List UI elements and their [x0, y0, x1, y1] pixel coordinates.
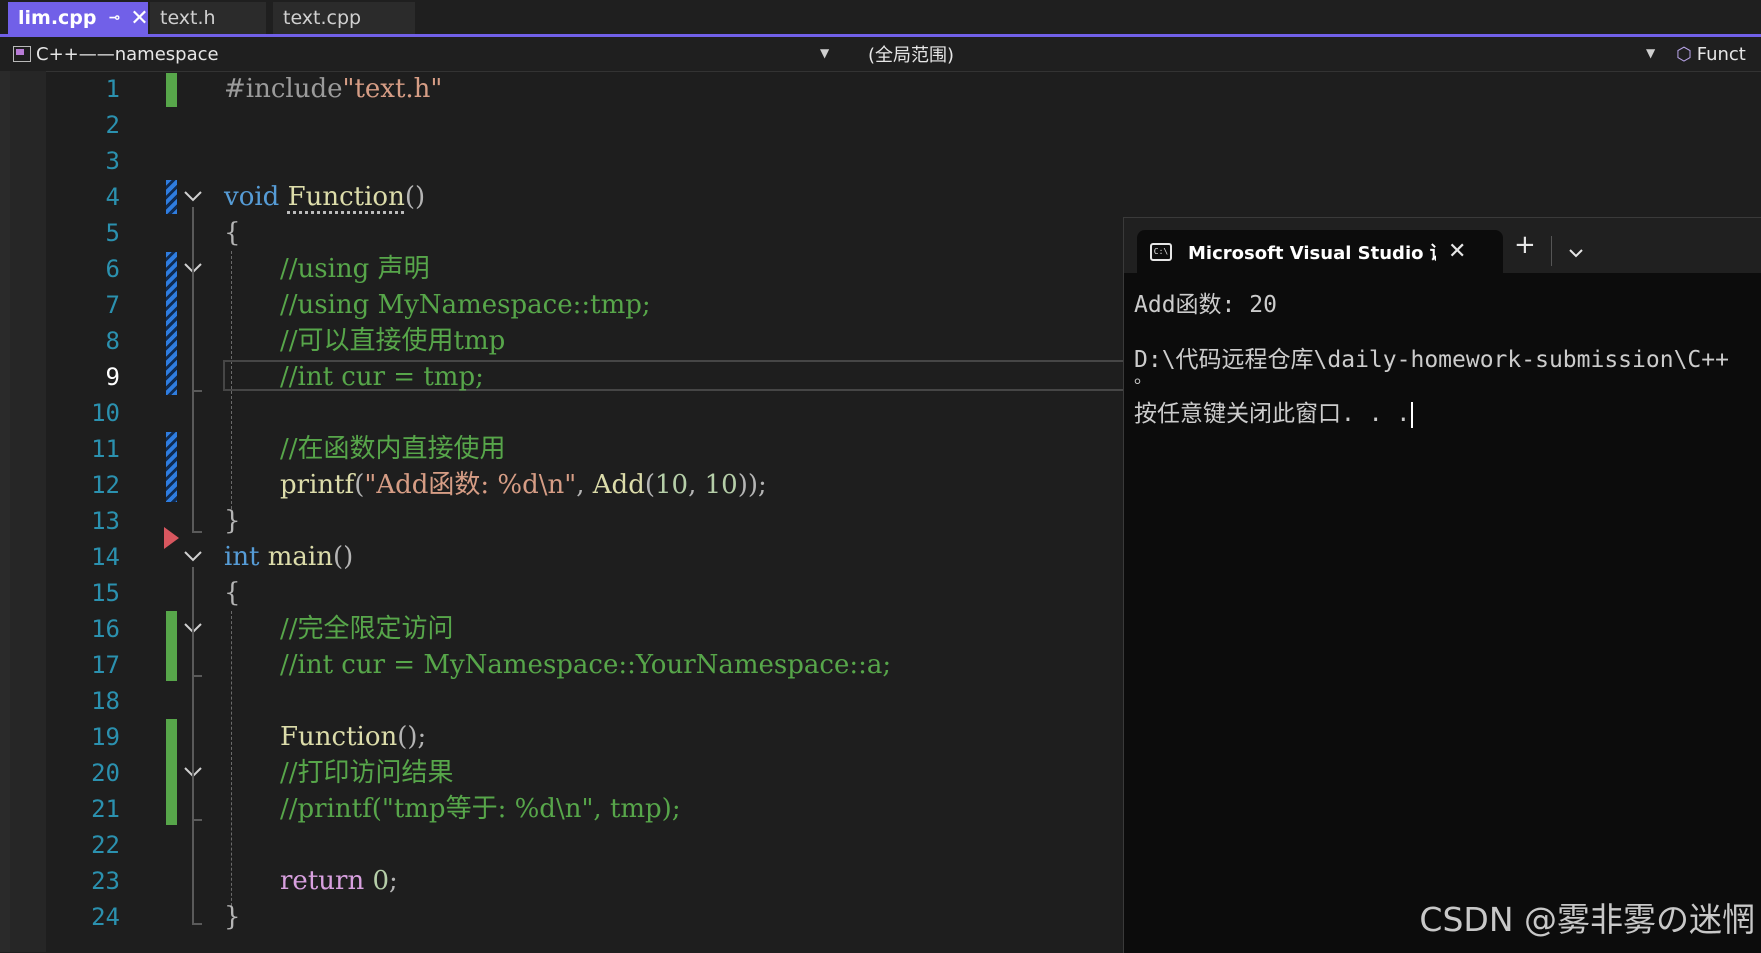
code-line-16[interactable]: //完全限定访问	[280, 611, 454, 647]
cube-icon: ⬡	[1676, 43, 1692, 65]
fold-bracket-line	[192, 567, 194, 924]
line-number: 8	[105, 327, 120, 355]
fold-bracket-end	[192, 390, 202, 392]
code-line-24[interactable]: }	[224, 899, 241, 935]
project-name: C++——namespace	[36, 43, 219, 65]
line-number: 17	[91, 651, 120, 679]
fold-bracket-end	[192, 531, 202, 533]
close-icon[interactable]: ✕	[1448, 239, 1466, 264]
fold-bracket-line	[192, 279, 194, 391]
code-line-23[interactable]: return 0;	[280, 863, 398, 899]
change-bar-saved	[166, 611, 177, 681]
watermark: CSDN @雾非雾の迷惘	[1419, 900, 1755, 939]
text-cursor	[1411, 401, 1414, 428]
chevron-down-icon[interactable]: ▼	[820, 46, 829, 60]
change-bar-saved	[166, 73, 177, 107]
execution-arrow-icon[interactable]	[164, 527, 179, 549]
console-output-prompt: 按任意键关闭此窗口. . .	[1134, 394, 1414, 428]
line-number: 9	[105, 363, 120, 391]
line-number: 10	[91, 399, 120, 427]
close-tab-icon[interactable]: ✕	[130, 6, 148, 31]
collapse-chevron-icon[interactable]	[183, 189, 203, 203]
terminal-tab-title: Microsoft Visual Studio 调试控制台	[1188, 242, 1436, 264]
fold-bracket-line	[192, 783, 194, 820]
member-dropdown[interactable]: ⬡ Funct	[1676, 37, 1761, 71]
fold-bracket-end	[192, 819, 202, 821]
line-number: 15	[91, 579, 120, 607]
console-output-line: 。	[1134, 367, 1152, 388]
code-line-15[interactable]: {	[224, 575, 241, 611]
document-tab-strip: lim.cpp ⊸ ✕ text.h text.cpp	[0, 0, 1761, 35]
code-line-4[interactable]: void Function()	[224, 179, 425, 215]
code-line-20[interactable]: //打印访问结果	[280, 755, 454, 791]
code-line-5[interactable]: {	[224, 215, 241, 251]
code-line-11[interactable]: //在函数内直接使用	[280, 431, 506, 467]
code-line-17[interactable]: //int cur = MyNamespace::YourNamespace::…	[280, 647, 891, 683]
change-bar-saved	[166, 719, 177, 825]
chevron-down-icon[interactable]	[1568, 243, 1584, 262]
line-number: 19	[91, 723, 120, 751]
console-output-line: D:\代码远程仓库\daily-homework-submission\C++	[1134, 347, 1729, 373]
line-number: 1	[105, 75, 120, 103]
terminal-icon: C:\	[1150, 242, 1172, 261]
tab-label: text.h	[160, 7, 216, 29]
scope-name: (全局范围)	[868, 45, 955, 66]
code-line-7[interactable]: //using MyNamespace::tmp;	[280, 287, 651, 323]
titlebar-separator	[1551, 236, 1552, 266]
line-number: 7	[105, 291, 120, 319]
collapse-chevron-icon[interactable]	[183, 549, 203, 563]
line-number: 14	[91, 543, 120, 571]
scope-dropdown[interactable]: (全局范围)	[868, 37, 1658, 71]
line-number: 23	[91, 867, 120, 895]
fold-bracket-end	[192, 675, 202, 677]
change-bar-unsaved	[166, 432, 177, 502]
fold-bracket-end	[192, 923, 202, 925]
line-number: 21	[91, 795, 120, 823]
code-line-6[interactable]: //using 声明	[280, 251, 430, 287]
editor-left-margin	[0, 71, 10, 952]
change-bar-unsaved	[166, 252, 177, 395]
chevron-down-icon[interactable]: ▼	[1646, 46, 1655, 60]
project-dropdown[interactable]: C++——namespace	[13, 37, 833, 71]
terminal-titlebar: C:\ Microsoft Visual Studio 调试控制台 ✕ +	[1124, 218, 1761, 273]
code-line-19[interactable]: Function();	[280, 719, 426, 755]
code-line-1[interactable]: #include"text.h"	[224, 71, 442, 107]
line-number: 12	[91, 471, 120, 499]
code-line-14[interactable]: int main()	[224, 539, 353, 575]
indicator-margin[interactable]	[10, 71, 46, 952]
code-line-8[interactable]: //可以直接使用tmp	[280, 323, 505, 359]
member-name: Funct	[1696, 43, 1746, 65]
line-number: 3	[105, 147, 120, 175]
line-number: 5	[105, 219, 120, 247]
project-icon	[13, 46, 31, 62]
line-number: 13	[91, 507, 120, 535]
code-line-12[interactable]: printf("Add函数: %d\n", Add(10, 10));	[280, 467, 767, 503]
line-number: 2	[105, 111, 120, 139]
line-number: 22	[91, 831, 120, 859]
fold-bracket-line	[192, 639, 194, 676]
tab-text-cpp[interactable]: text.cpp	[273, 2, 415, 34]
line-number: 6	[105, 255, 120, 283]
code-line-13[interactable]: }	[224, 503, 241, 539]
tab-lim-cpp[interactable]: lim.cpp ⊸ ✕	[8, 2, 149, 34]
new-tab-button[interactable]: +	[1514, 230, 1536, 260]
pin-icon[interactable]: ⊸	[109, 10, 121, 26]
debug-console-window[interactable]: C:\ Microsoft Visual Studio 调试控制台 ✕ + Ad…	[1123, 217, 1761, 953]
line-number: 16	[91, 615, 120, 643]
change-bar-unsaved	[166, 180, 177, 214]
line-number: 4	[105, 183, 120, 211]
line-number: 11	[91, 435, 120, 463]
line-number: 20	[91, 759, 120, 787]
code-line-9[interactable]: //int cur = tmp;	[280, 359, 484, 395]
tab-label: text.cpp	[283, 7, 362, 29]
navigation-bar: C++——namespace ▼ (全局范围) ▼ ⬡ Funct	[0, 37, 1761, 72]
console-output-line: Add函数: 20	[1134, 292, 1277, 318]
tab-text-h[interactable]: text.h	[150, 2, 266, 34]
line-number: 24	[91, 903, 120, 931]
indent-guide	[231, 611, 232, 911]
tab-label: lim.cpp	[18, 7, 97, 29]
code-line-21[interactable]: //printf("tmp等于: %d\n", tmp);	[280, 791, 681, 827]
terminal-tab[interactable]: C:\ Microsoft Visual Studio 调试控制台 ✕	[1137, 230, 1503, 273]
line-number: 18	[91, 687, 120, 715]
